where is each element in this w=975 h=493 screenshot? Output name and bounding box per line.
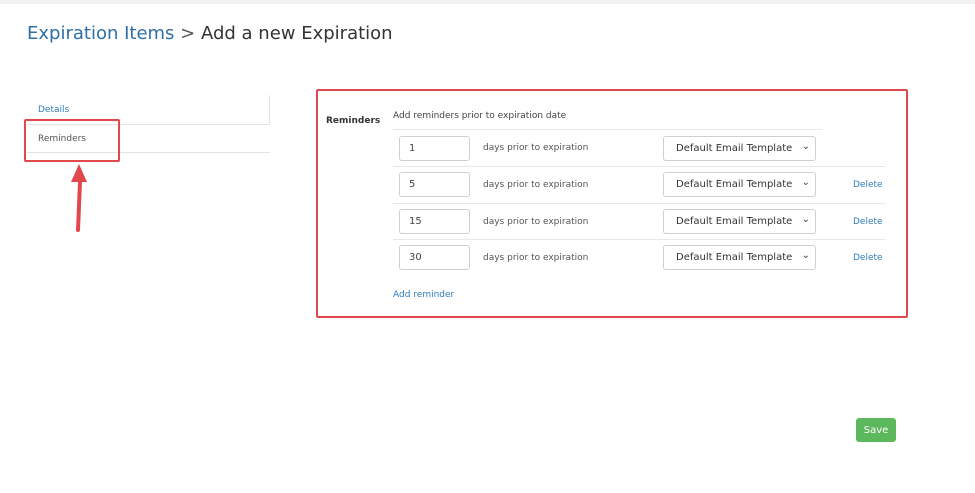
chevron-down-icon: ⌄ (801, 214, 810, 225)
arrow-up-icon (71, 164, 87, 232)
reminder-row: days prior to expiration Default Email T… (393, 239, 885, 276)
days-label: days prior to expiration (483, 143, 589, 153)
template-select[interactable]: Default Email Template ⌄ (663, 245, 816, 270)
delete-link[interactable]: Delete (853, 217, 883, 227)
template-select[interactable]: Default Email Template ⌄ (663, 136, 816, 161)
template-select-value: Default Email Template (676, 143, 793, 154)
side-nav: Details Reminders (27, 95, 270, 153)
breadcrumb: Expiration Items > Add a new Expiration (27, 23, 393, 44)
chevron-down-icon: ⌄ (801, 177, 810, 188)
delete-link[interactable]: Delete (853, 180, 883, 190)
template-select[interactable]: Default Email Template ⌄ (663, 209, 816, 234)
template-select-value: Default Email Template (676, 216, 793, 227)
days-label: days prior to expiration (483, 253, 589, 263)
reminder-row: days prior to expiration Default Email T… (393, 203, 885, 240)
delete-link[interactable]: Delete (853, 253, 883, 263)
breadcrumb-separator: > (174, 23, 201, 44)
reminder-row: days prior to expiration Default Email T… (393, 166, 885, 203)
template-select[interactable]: Default Email Template ⌄ (663, 172, 816, 197)
days-input[interactable] (399, 172, 470, 197)
template-select-value: Default Email Template (676, 179, 793, 190)
save-button[interactable]: Save (856, 418, 896, 442)
chevron-down-icon: ⌄ (801, 141, 810, 152)
reminders-section-label: Reminders (326, 116, 381, 126)
nav-item-reminders[interactable]: Reminders (27, 125, 270, 153)
days-label: days prior to expiration (483, 217, 589, 227)
template-select-value: Default Email Template (676, 252, 793, 263)
breadcrumb-parent-link[interactable]: Expiration Items (27, 23, 174, 44)
days-input[interactable] (399, 209, 470, 234)
nav-item-details[interactable]: Details (27, 95, 270, 125)
nav-item-label: Details (38, 104, 70, 115)
reminder-row: days prior to expiration Default Email T… (393, 130, 885, 167)
page-title: Add a new Expiration (200, 23, 393, 44)
chevron-down-icon: ⌄ (801, 250, 810, 261)
days-input[interactable] (399, 136, 470, 161)
top-strip (0, 0, 975, 4)
nav-item-label: Reminders (38, 133, 86, 144)
reminders-description: Add reminders prior to expiration date (393, 111, 567, 121)
add-reminder-link[interactable]: Add reminder (393, 290, 454, 300)
days-input[interactable] (399, 245, 470, 270)
days-label: days prior to expiration (483, 180, 589, 190)
